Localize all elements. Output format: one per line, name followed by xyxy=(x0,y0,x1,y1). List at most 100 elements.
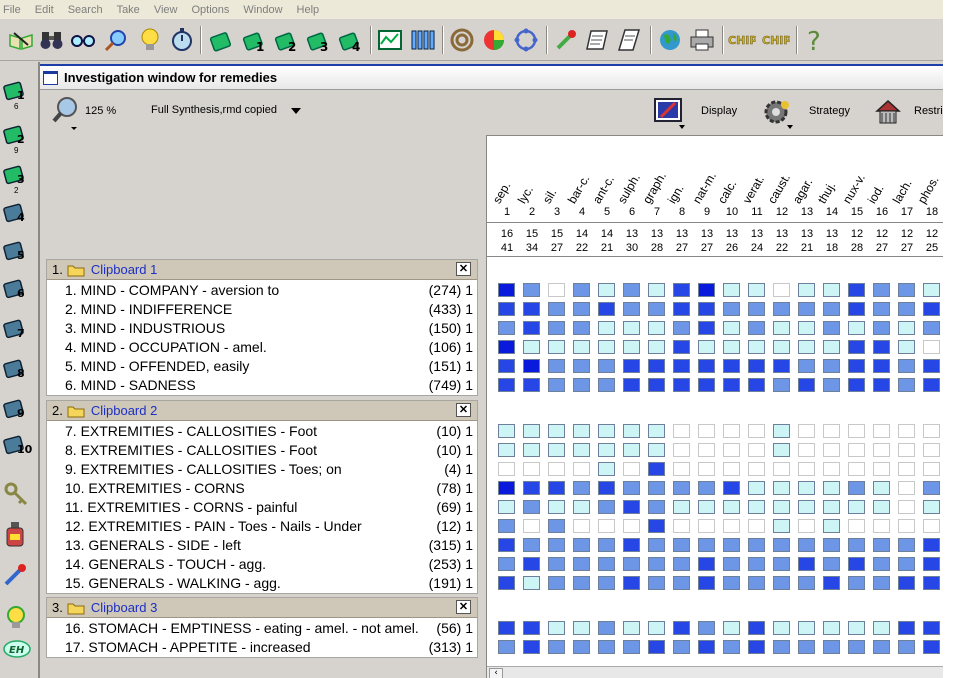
scroll-2-icon[interactable] xyxy=(616,26,644,54)
grid-cell[interactable] xyxy=(673,576,690,590)
grid-cell[interactable] xyxy=(748,321,765,335)
remedy-name[interactable]: sep. xyxy=(490,179,513,206)
grid-cell[interactable] xyxy=(648,283,665,297)
rubric-row[interactable]: 11. EXTREMITIES - CORNS - painful (69) 1 xyxy=(47,497,477,516)
strategy-button[interactable]: Strategy xyxy=(809,105,850,117)
grid-cell[interactable] xyxy=(598,424,615,438)
grid-cell[interactable] xyxy=(548,378,565,392)
grid-cell[interactable] xyxy=(523,621,540,635)
grid-cell[interactable] xyxy=(798,576,815,590)
grid-cell[interactable] xyxy=(898,359,915,373)
grid-cell[interactable] xyxy=(648,481,665,495)
grid-cell[interactable] xyxy=(498,462,515,476)
grid-cell[interactable] xyxy=(648,519,665,533)
menu-options[interactable]: Options xyxy=(191,4,229,16)
pipette-icon[interactable] xyxy=(552,26,580,54)
grid-cell[interactable] xyxy=(598,283,615,297)
grid-cell[interactable] xyxy=(598,378,615,392)
grid-cell[interactable] xyxy=(923,519,940,533)
grid-cell[interactable] xyxy=(573,443,590,457)
sidebar-clipboard-6[interactable]: 6 xyxy=(2,276,34,310)
grid-cell[interactable] xyxy=(848,359,865,373)
grid-cell[interactable] xyxy=(873,302,890,316)
remedy-name[interactable]: phos. xyxy=(915,174,942,206)
grid-cell[interactable] xyxy=(573,359,590,373)
grid-cell[interactable] xyxy=(648,340,665,354)
grid-cell[interactable] xyxy=(898,481,915,495)
grid-cell[interactable] xyxy=(923,302,940,316)
grid-cell[interactable] xyxy=(848,640,865,654)
grid-cell[interactable] xyxy=(623,519,640,533)
grid-cell[interactable] xyxy=(773,519,790,533)
grid-cell[interactable] xyxy=(548,557,565,571)
grid-cell[interactable] xyxy=(723,500,740,514)
grid-cell[interactable] xyxy=(923,640,940,654)
sidebar-clipboard-3[interactable]: 32 xyxy=(2,162,34,196)
grid-cell[interactable] xyxy=(923,340,940,354)
grid-cell[interactable] xyxy=(498,640,515,654)
grid-cell[interactable] xyxy=(623,378,640,392)
grid-cell[interactable] xyxy=(548,443,565,457)
grid-cell[interactable] xyxy=(648,321,665,335)
grid-cell[interactable] xyxy=(698,321,715,335)
grid-cell[interactable] xyxy=(673,640,690,654)
rubric-row[interactable]: 9. EXTREMITIES - CALLOSITIES - Toes; on (… xyxy=(47,459,477,478)
grid-cell[interactable] xyxy=(923,576,940,590)
grid-cell[interactable] xyxy=(873,481,890,495)
restrict-button[interactable]: Restri xyxy=(914,105,943,117)
grid-cell[interactable] xyxy=(523,538,540,552)
grid-cell[interactable] xyxy=(698,500,715,514)
grid-cell[interactable] xyxy=(773,481,790,495)
grid-cell[interactable] xyxy=(623,500,640,514)
grid-cell[interactable] xyxy=(823,538,840,552)
grid-cell[interactable] xyxy=(648,443,665,457)
grid-cell[interactable] xyxy=(673,557,690,571)
grid-cell[interactable] xyxy=(498,359,515,373)
grid-cell[interactable] xyxy=(523,443,540,457)
grid-cell[interactable] xyxy=(598,462,615,476)
rubric-row[interactable]: 12. EXTREMITIES - PAIN - Toes - Nails - … xyxy=(47,516,477,535)
grid-cell[interactable] xyxy=(523,462,540,476)
grid-cell[interactable] xyxy=(648,621,665,635)
rubric-row[interactable]: 4. MIND - OCCUPATION - amel. (106) 1 xyxy=(47,337,477,356)
grid-cell[interactable] xyxy=(523,576,540,590)
sidebar-clipboard-11[interactable] xyxy=(2,480,34,514)
grid-cell[interactable] xyxy=(573,621,590,635)
grid-cell[interactable] xyxy=(848,424,865,438)
grid-cell[interactable] xyxy=(598,302,615,316)
grid-cell[interactable] xyxy=(823,557,840,571)
grid-cell[interactable] xyxy=(573,481,590,495)
grid-cell[interactable] xyxy=(498,576,515,590)
grid-cell[interactable] xyxy=(873,519,890,533)
grid-cell[interactable] xyxy=(573,576,590,590)
grid-cell[interactable] xyxy=(798,378,815,392)
grid-cell[interactable] xyxy=(498,340,515,354)
grid-cell[interactable] xyxy=(773,621,790,635)
grid-cell[interactable] xyxy=(598,359,615,373)
grid-cell[interactable] xyxy=(723,378,740,392)
grid-cell[interactable] xyxy=(773,576,790,590)
remedy-name[interactable]: caust. xyxy=(765,171,793,206)
clipboard-header[interactable]: 3. Clipboard 3 ✕ xyxy=(47,598,477,618)
test-tubes-icon[interactable] xyxy=(408,26,436,54)
grid-cell[interactable] xyxy=(698,538,715,552)
grid-cell[interactable] xyxy=(773,424,790,438)
grid-cell[interactable] xyxy=(573,500,590,514)
grid-cell[interactable] xyxy=(523,557,540,571)
grid-cell[interactable] xyxy=(823,340,840,354)
grid-cell[interactable] xyxy=(573,302,590,316)
grid-cell[interactable] xyxy=(748,443,765,457)
grid-cell[interactable] xyxy=(873,640,890,654)
grid-cell[interactable] xyxy=(923,283,940,297)
grid-cell[interactable] xyxy=(923,359,940,373)
grid-cell[interactable] xyxy=(598,519,615,533)
grid-cell[interactable] xyxy=(848,500,865,514)
grid-cell[interactable] xyxy=(823,500,840,514)
grid-cell[interactable] xyxy=(673,283,690,297)
remedy-name[interactable]: agar. xyxy=(790,176,815,206)
grid-cell[interactable] xyxy=(798,443,815,457)
grid-cell[interactable] xyxy=(498,424,515,438)
grid-cell[interactable] xyxy=(748,302,765,316)
grid-cell[interactable] xyxy=(698,519,715,533)
grid-cell[interactable] xyxy=(548,481,565,495)
